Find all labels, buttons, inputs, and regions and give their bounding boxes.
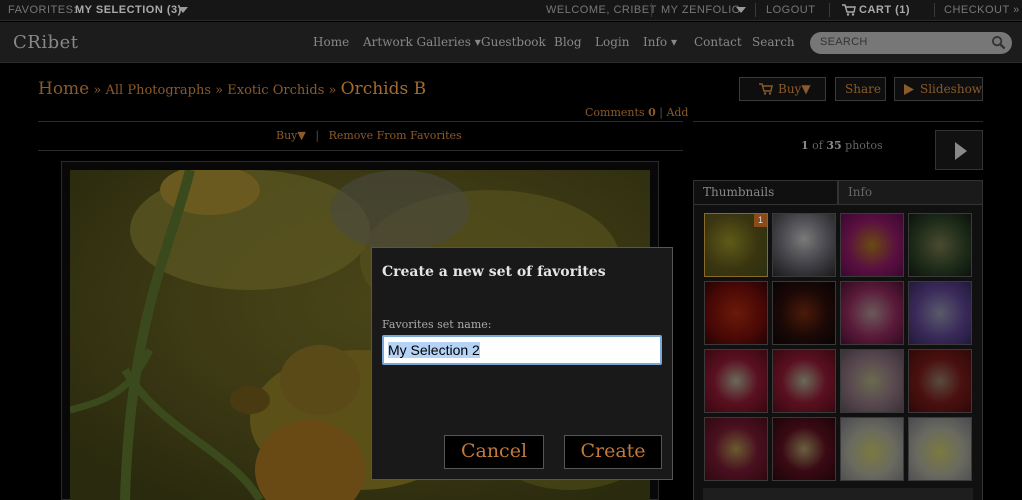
input-value: My Selection 2 [388,342,480,358]
favorites-dropdown[interactable]: MY SELECTION (3) [75,4,182,16]
selected-badge: 1 [754,214,767,227]
thumbnail[interactable] [772,213,836,277]
divider: | [315,129,320,142]
search-input[interactable]: SEARCH [810,32,1012,54]
favorites-set-name-label: Favorites set name: [382,318,492,331]
thumbnail[interactable] [840,213,904,277]
photo-buy-link[interactable]: Buy▼ [276,129,306,142]
divider [38,150,683,151]
photo-counter: 1 of 35 photos [801,139,883,152]
create-button[interactable]: Create [564,435,662,469]
thumbnail[interactable] [908,417,972,481]
thumbnail[interactable] [772,417,836,481]
thumbnail[interactable] [840,281,904,345]
thumbnail[interactable] [908,213,972,277]
favorites-value: MY SELECTION (3) [75,4,182,16]
photo-actions: Buy▼ | Remove From Favorites [276,129,462,142]
thumbnail[interactable] [772,281,836,345]
next-arrow-icon [955,142,967,160]
cart-icon [759,83,773,95]
next-photo-button[interactable] [935,130,983,170]
breadcrumb-separator: » [328,83,337,98]
slideshow-button[interactable]: Slideshow [894,77,983,101]
total-photos: 35 [826,139,842,152]
nav-guestbook[interactable]: Guestbook [481,35,546,49]
divider [38,121,683,122]
nav-login[interactable]: Login [595,35,629,49]
favorites-label: FAVORITES: [8,4,77,16]
tab-thumbnails[interactable]: Thumbnails [693,180,838,205]
page-title: Orchids B [340,79,427,99]
comments-link[interactable]: Comments [585,106,645,119]
nav-blog[interactable]: Blog [554,35,582,49]
chevron-down-icon[interactable] [736,7,746,14]
thumbnail[interactable] [840,417,904,481]
divider [755,3,756,17]
breadcrumb-all-photographs[interactable]: All Photographs [106,83,212,98]
share-button[interactable]: Share [835,77,886,101]
comments-bar: Comments 0 | Add [585,106,688,119]
thumbnail[interactable] [908,349,972,413]
breadcrumb-exotic-orchids[interactable]: Exotic Orchids [227,83,324,98]
nav-contact[interactable]: Contact [694,35,742,49]
counter-unit: photos [845,139,883,152]
cart-link[interactable]: CART (1) [859,4,910,16]
divider [693,121,983,122]
buy-button[interactable]: Buy▼ [739,77,826,101]
play-icon [904,84,914,95]
thumbnail[interactable]: 1 [704,213,768,277]
breadcrumb-separator: » [93,83,102,98]
divider: | [659,106,663,119]
remove-from-favorites-link[interactable]: Remove From Favorites [329,129,462,142]
breadcrumb: Home » All Photographs » Exotic Orchids … [38,79,426,99]
slideshow-label: Slideshow [920,82,983,96]
thumbnail[interactable] [704,281,768,345]
comments-count: 0 [648,106,656,119]
nav-artwork-galleries[interactable]: Artwork Galleries ▾ [363,35,481,49]
nav-home[interactable]: Home [313,35,349,49]
thumbnail[interactable] [840,349,904,413]
cancel-button[interactable]: Cancel [444,435,544,469]
favorites-set-name-input[interactable]: My Selection 2 [382,335,662,365]
cart-icon[interactable] [842,4,856,16]
welcome-text: WELCOME, CRIBET [546,4,657,16]
current-photo-number: 1 [801,139,809,152]
chevron-down-icon[interactable] [178,7,188,14]
add-comment-link[interactable]: Add [666,106,688,119]
thumbnail[interactable] [772,349,836,413]
divider [651,3,652,17]
breadcrumb-home[interactable]: Home [38,79,89,99]
thumbnail[interactable] [908,281,972,345]
dialog-title: Create a new set of favorites [382,264,606,280]
thumbnail-pager [703,488,973,500]
side-tabs: Thumbnails Info [693,180,983,205]
site-header: CRibet Home Artwork Galleries ▾ Guestboo… [0,22,1022,63]
site-logo[interactable]: CRibet [13,32,79,53]
create-favorites-dialog: Create a new set of favorites Favorites … [371,247,673,480]
thumbnail[interactable] [704,349,768,413]
search-placeholder: SEARCH [820,36,868,48]
top-bar: FAVORITES: MY SELECTION (3) WELCOME, CRI… [0,0,1022,21]
divider [829,3,830,17]
breadcrumb-separator: » [215,83,224,98]
cart-count: CART (1) [859,4,911,16]
thumbnail[interactable] [704,417,768,481]
buy-label: Buy▼ [778,82,811,96]
my-zenfolio-menu[interactable]: MY ZENFOLIO [661,4,741,16]
counter-of: of [812,139,823,152]
checkout-link[interactable]: CHECKOUT » [944,4,1020,16]
divider [934,3,935,17]
tab-info[interactable]: Info [838,180,983,205]
search-icon[interactable] [991,35,1006,50]
logout-link[interactable]: LOGOUT [766,4,815,16]
nav-info[interactable]: Info ▾ [643,35,677,49]
nav-search[interactable]: Search [752,35,795,49]
